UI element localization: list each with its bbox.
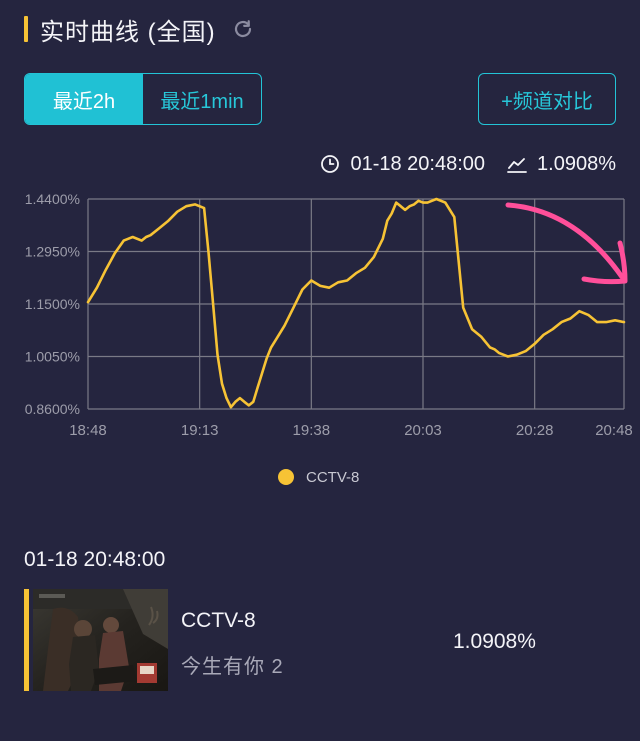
program-name: 今生有你 2 — [181, 656, 284, 678]
x-tick-label: 20:28 — [516, 422, 554, 439]
annotation-arrow-shaft — [505, 202, 625, 280]
x-tick-label: 19:13 — [181, 422, 219, 439]
trend-icon — [507, 154, 527, 174]
tab-recent-2h[interactable]: 最近2h — [25, 74, 143, 124]
chart-svg: 1.4400% 1.2950% 1.1500% 1.0050% 0.8600% 18:48… — [25, 191, 633, 439]
readout-time: 01-18 20:48:00 — [350, 152, 486, 175]
y-tick-label: 1.4400% — [25, 191, 80, 207]
x-tick-label: 19:38 — [293, 422, 331, 439]
y-tick-label: 0.8600% — [25, 401, 80, 417]
title-accent-bar — [24, 16, 28, 42]
x-tick-label: 18:48 — [69, 422, 107, 439]
channel-compare-button[interactable]: +频道对比 — [478, 73, 616, 125]
y-tick-label: 1.1500% — [25, 296, 80, 312]
page-header: 实时曲线 (全国) — [24, 14, 256, 46]
readout-row: 01-18 20:48:00 1.0908% — [320, 152, 616, 176]
detail-time: 01-18 20:48:00 — [24, 548, 166, 571]
realtime-chart[interactable]: 1.4400% 1.2950% 1.1500% 1.0050% 0.8600% 18:48… — [0, 185, 640, 445]
x-tick-label: 20:03 — [404, 422, 442, 439]
channel-name: CCTV-8 — [181, 609, 256, 632]
legend-label: CCTV-8 — [306, 468, 360, 486]
page-title: 实时曲线 (全国) — [40, 18, 216, 46]
tab-recent-1min[interactable]: 最近1min — [143, 74, 261, 124]
y-tick-label: 1.2950% — [25, 244, 80, 260]
readout-value: 1.0908% — [537, 152, 616, 175]
time-range-tabs: 最近2h 最近1min — [24, 73, 262, 125]
chart-legend: CCTV-8 — [278, 467, 359, 487]
detail-accent-bar — [24, 589, 29, 691]
detail-rating-value: 1.0908% — [453, 630, 536, 653]
clock-icon — [320, 154, 340, 174]
refresh-icon[interactable] — [230, 16, 256, 42]
x-tick-label: 20:48 — [595, 422, 633, 439]
series-line-cctv-8 — [86, 197, 626, 409]
channel-detail-row[interactable]: CCTV-8 今生有你 2 1.0908% — [24, 589, 616, 691]
program-thumbnail — [33, 589, 168, 691]
y-tick-label: 1.0050% — [25, 349, 80, 365]
legend-marker — [278, 469, 294, 485]
